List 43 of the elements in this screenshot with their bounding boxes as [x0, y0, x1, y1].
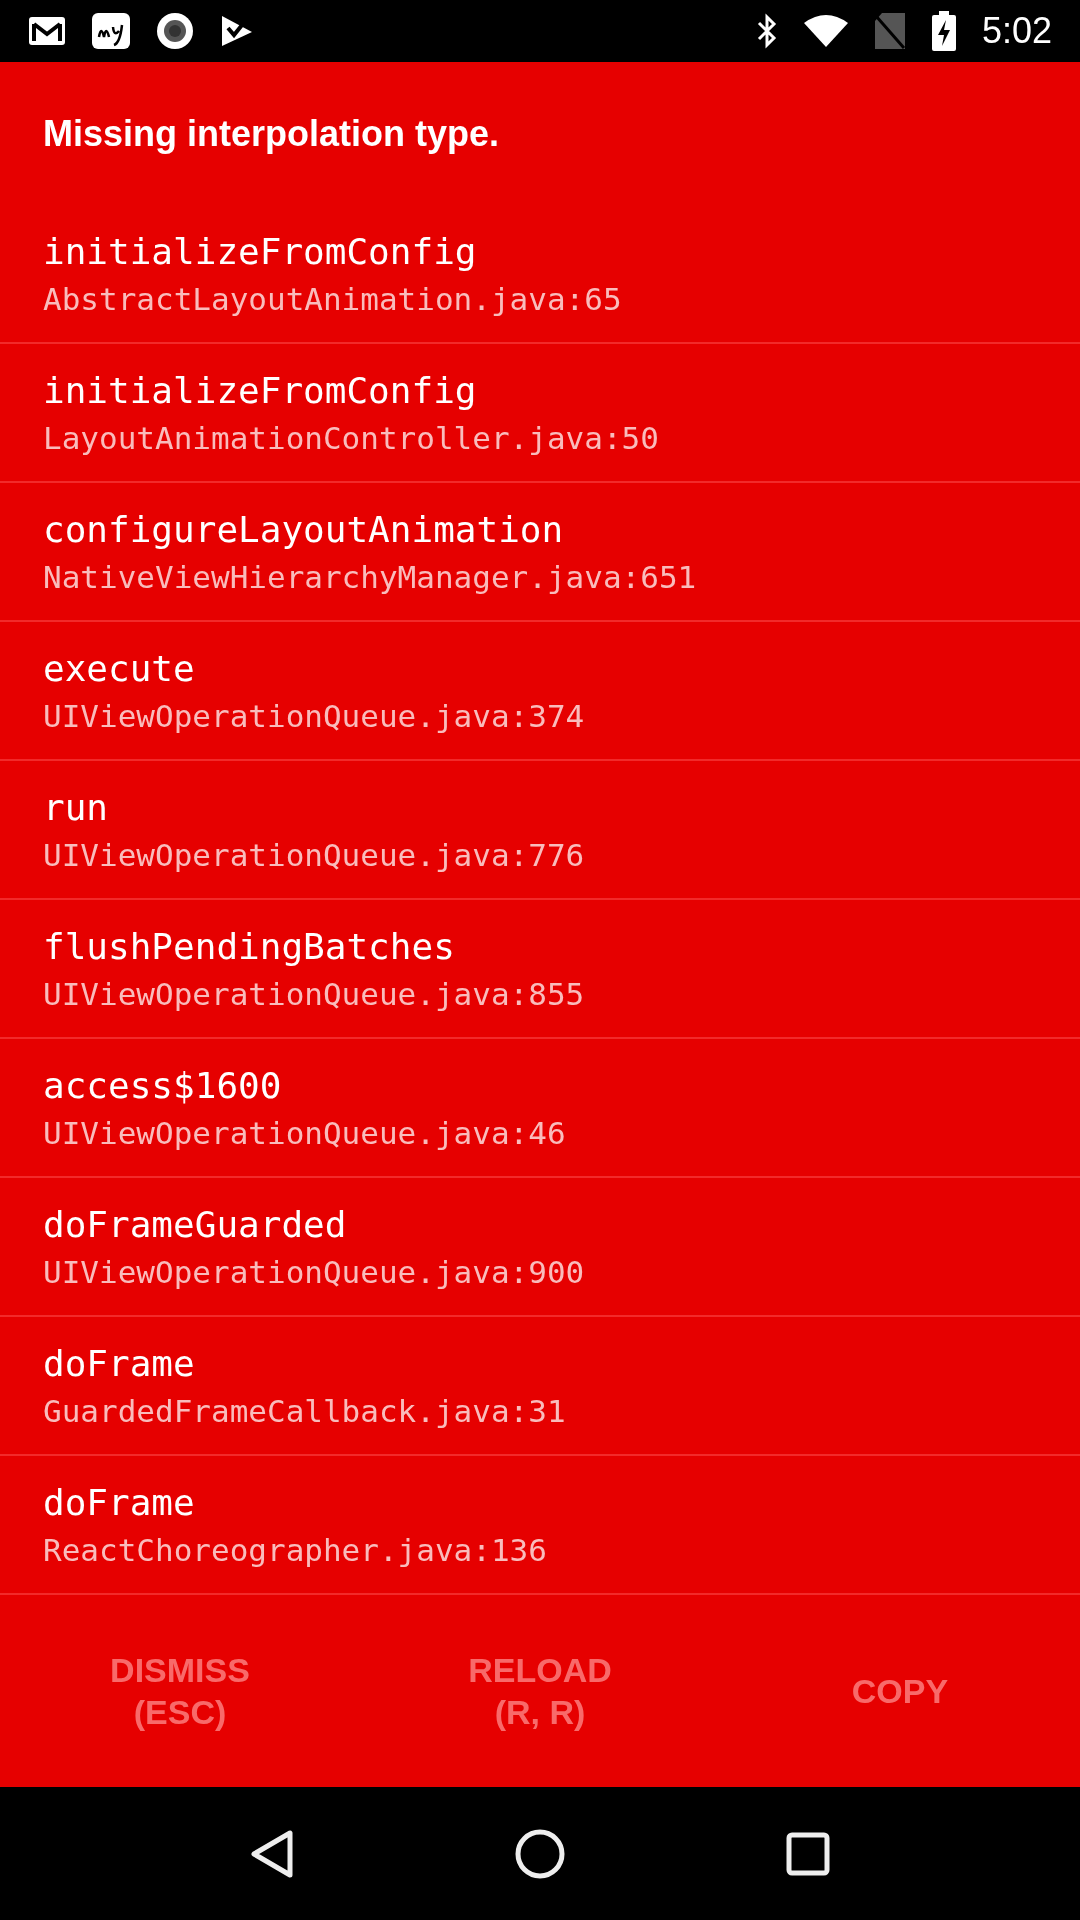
stack-frame-row[interactable]: run UIViewOperationQueue.java:776 [0, 761, 1080, 900]
method-name: initializeFromConfig [43, 368, 478, 413]
stack-frame-row[interactable]: initializeFromConfig AbstractLayoutAnimation.java:65 [0, 205, 1080, 344]
bluetooth-icon [755, 13, 778, 49]
stack-frame-row[interactable]: execute UIViewOperationQueue.java:374 [0, 622, 1080, 761]
file-location: UIViewOperationQueue.java:900 [43, 1252, 586, 1291]
file-location: UIViewOperationQueue.java:374 [43, 696, 586, 735]
stack-frame-row[interactable]: access$1600 UIViewOperationQueue.java:46 [0, 1039, 1080, 1178]
method-name: run [43, 785, 110, 830]
checkmark-icon [220, 14, 254, 48]
file-location: AbstractLayoutAnimation.java:65 [43, 279, 623, 318]
method-name: configureLayoutAnimation [43, 507, 565, 552]
method-name: execute [43, 646, 196, 691]
stack-frame-row[interactable]: doFrame ReactChoreographer.java:136 [0, 1456, 1080, 1595]
file-location: NativeViewHierarchyManager.java:651 [43, 557, 698, 596]
method-name: flushPendingBatches [43, 924, 456, 969]
error-title: Missing interpolation type. [43, 111, 500, 156]
file-location: LayoutAnimationController.java:50 [43, 418, 660, 457]
recents-icon[interactable] [785, 1831, 830, 1876]
method-name: access$1600 [43, 1063, 283, 1108]
wifi-icon [803, 15, 848, 47]
file-location: GuardedFrameCallback.java:31 [43, 1391, 567, 1430]
record-icon [156, 12, 194, 50]
back-icon[interactable] [250, 1829, 295, 1878]
method-name: doFrame [43, 1341, 196, 1386]
file-location: ReactChoreographer.java:136 [43, 1530, 548, 1569]
stack-frame-row[interactable]: flushPendingBatches UIViewOperationQueue.java:855 [0, 900, 1080, 1039]
stack-frame-row[interactable]: configureLayoutAnimation NativeViewHierarchyManager.java:651 [0, 483, 1080, 622]
battery-charging-icon [931, 11, 956, 51]
method-name: initializeFromConfig [43, 229, 478, 274]
file-location: UIViewOperationQueue.java:776 [43, 835, 586, 874]
app-icon [92, 13, 130, 49]
file-location: UIViewOperationQueue.java:46 [43, 1113, 567, 1152]
mail-icon [28, 16, 66, 46]
no-sim-icon [873, 12, 906, 50]
stack-frame-row[interactable]: doFrameGuarded UIViewOperationQueue.java:900 [0, 1178, 1080, 1317]
method-name: doFrameGuarded [43, 1202, 348, 1247]
method-name: doFrame [43, 1480, 196, 1525]
file-location: UIViewOperationQueue.java:855 [43, 974, 586, 1013]
stack-frame-row[interactable]: initializeFromConfig LayoutAnimationController.java:50 [0, 344, 1080, 483]
home-icon[interactable] [515, 1828, 565, 1879]
clock-time: 5:02 [981, 13, 1052, 49]
stack-frame-row[interactable]: doFrame GuardedFrameCallback.java:31 [0, 1317, 1080, 1456]
